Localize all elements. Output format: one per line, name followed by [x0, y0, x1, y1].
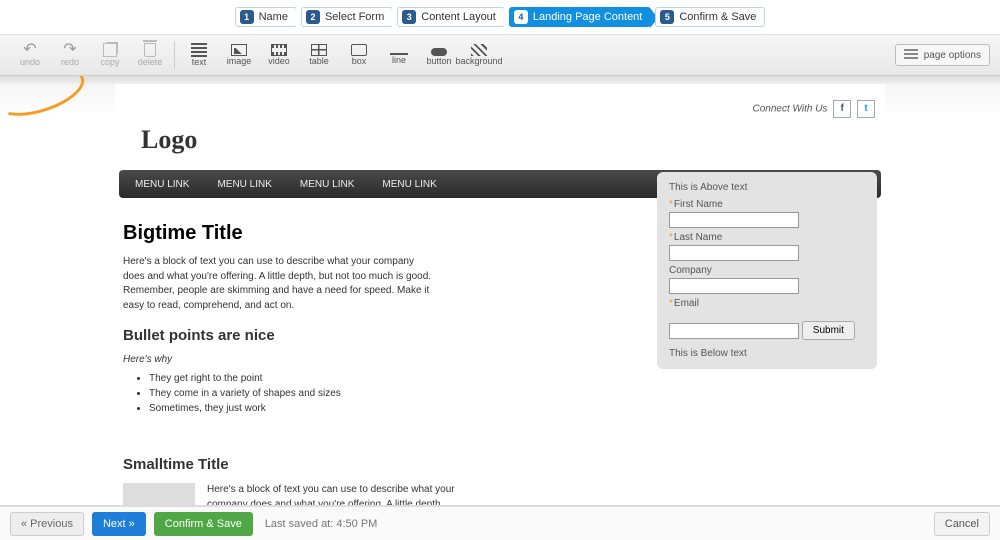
- undo-button[interactable]: ↶undo: [10, 36, 50, 74]
- background-icon: [471, 44, 487, 56]
- toolbar-separator: [174, 41, 175, 69]
- list-item: They get right to the point: [149, 371, 647, 386]
- image-tool[interactable]: image: [219, 36, 259, 74]
- line-tool[interactable]: line: [379, 36, 419, 74]
- headline: Bigtime Title: [123, 222, 647, 245]
- subhead-bullets: Bullet points are nice: [123, 327, 647, 344]
- copy-button[interactable]: copy: [90, 36, 130, 74]
- nav-link[interactable]: MENU LINK: [382, 179, 436, 190]
- last-saved-label: Last saved at: 4:50 PM: [265, 518, 378, 530]
- previous-button[interactable]: « Previous: [10, 512, 84, 536]
- landing-page-preview[interactable]: Connect With Us f t Logo MENU LINK MENU …: [115, 84, 885, 505]
- first-name-field[interactable]: [669, 212, 799, 228]
- redo-button[interactable]: ↷redo: [50, 36, 90, 74]
- logo-block[interactable]: Logo: [141, 120, 885, 160]
- facebook-icon[interactable]: f: [833, 100, 851, 118]
- step-select-form[interactable]: 2Select Form: [301, 7, 393, 27]
- copy-icon: [103, 43, 117, 57]
- editor-canvas: Connect With Us f t Logo MENU LINK MENU …: [0, 76, 1000, 506]
- logo-text: Logo: [141, 125, 197, 155]
- small-paragraph: Here's a block of text you can use to de…: [207, 483, 457, 505]
- list-item: They come in a variety of shapes and siz…: [149, 386, 647, 401]
- nav-link[interactable]: MENU LINK: [217, 179, 271, 190]
- sliders-icon: [904, 49, 918, 61]
- company-label: Company: [669, 265, 865, 276]
- company-field[interactable]: [669, 278, 799, 294]
- background-tool[interactable]: background: [459, 36, 499, 74]
- cancel-button[interactable]: Cancel: [934, 512, 990, 536]
- form-above-text: This is Above text: [669, 182, 865, 193]
- email-field[interactable]: [669, 323, 799, 339]
- step-landing-page-content[interactable]: 4Landing Page Content: [509, 7, 651, 27]
- signup-form[interactable]: This is Above text *First Name *Last Nam…: [657, 172, 877, 369]
- why-label: Here's why: [123, 354, 647, 365]
- footer-bar: « Previous Next » Confirm & Save Last sa…: [0, 506, 1000, 540]
- next-button[interactable]: Next »: [92, 512, 146, 536]
- page-options-button[interactable]: page options: [895, 44, 990, 66]
- trash-icon: [144, 43, 156, 57]
- text-icon: [191, 43, 207, 57]
- email-label: *Email: [669, 298, 865, 309]
- twitter-icon[interactable]: t: [857, 100, 875, 118]
- button-icon: [431, 48, 447, 56]
- content-column[interactable]: Bigtime Title Here's a block of text you…: [123, 214, 647, 505]
- canvas-scroll[interactable]: Connect With Us f t Logo MENU LINK MENU …: [0, 76, 1000, 505]
- table-icon: [311, 44, 327, 56]
- table-tool[interactable]: table: [299, 36, 339, 74]
- first-name-label: *First Name: [669, 199, 865, 210]
- redo-icon: ↷: [63, 43, 76, 57]
- smalltime-title: Smalltime Title: [123, 456, 647, 473]
- video-tool[interactable]: video: [259, 36, 299, 74]
- text-tool[interactable]: text: [179, 36, 219, 74]
- delete-button[interactable]: delete: [130, 36, 170, 74]
- nav-link[interactable]: MENU LINK: [135, 179, 189, 190]
- placeholder-image[interactable]: 100x100: [123, 483, 195, 505]
- lead-paragraph: Here's a block of text you can use to de…: [123, 255, 433, 313]
- list-item: Sometimes, they just work: [149, 401, 647, 416]
- last-name-label: *Last Name: [669, 232, 865, 243]
- last-name-field[interactable]: [669, 245, 799, 261]
- confirm-save-button[interactable]: Confirm & Save: [154, 512, 253, 536]
- image-icon: [231, 44, 247, 56]
- undo-icon: ↶: [23, 43, 36, 57]
- connect-with-us: Connect With Us f t: [115, 94, 885, 120]
- wizard-steps: 1Name 2Select Form 3Content Layout 4Land…: [0, 4, 1000, 30]
- nav-link[interactable]: MENU LINK: [300, 179, 354, 190]
- editor-toolbar: ↶undo ↷redo copy delete text image video…: [0, 34, 1000, 76]
- submit-button[interactable]: Submit: [802, 321, 855, 340]
- box-icon: [351, 44, 367, 56]
- step-name[interactable]: 1Name: [235, 7, 297, 27]
- box-tool[interactable]: box: [339, 36, 379, 74]
- bullet-list: They get right to the point They come in…: [149, 371, 647, 416]
- step-content-layout[interactable]: 3Content Layout: [397, 7, 505, 27]
- button-tool[interactable]: button: [419, 36, 459, 74]
- step-confirm-save[interactable]: 5Confirm & Save: [655, 7, 765, 27]
- form-below-text: This is Below text: [669, 348, 865, 359]
- video-icon: [271, 44, 287, 56]
